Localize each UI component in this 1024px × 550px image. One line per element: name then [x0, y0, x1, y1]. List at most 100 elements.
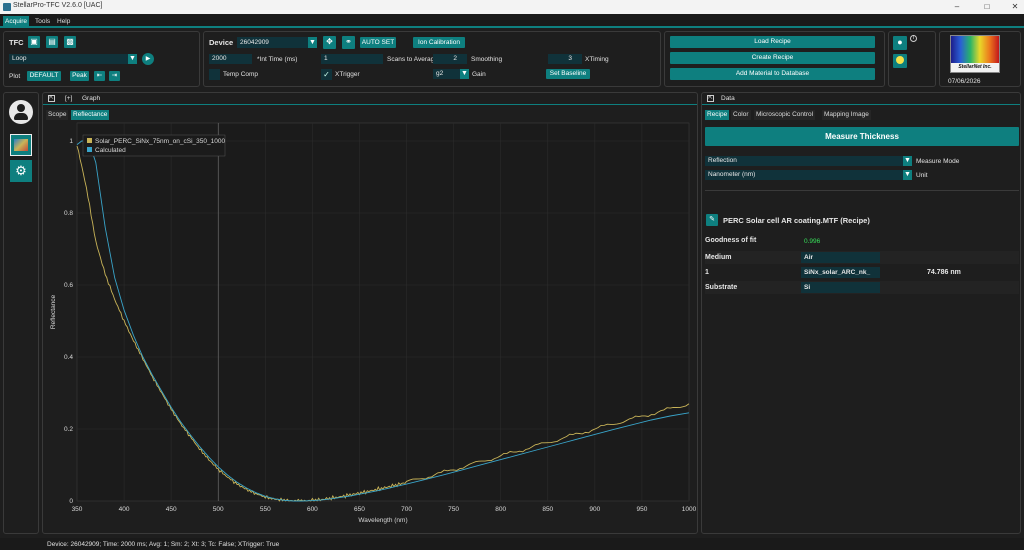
- graph-view-icon[interactable]: [10, 134, 32, 156]
- set-baseline-button[interactable]: Set Baseline: [546, 69, 590, 79]
- peak-prev-icon[interactable]: ⇤: [94, 71, 105, 81]
- recipe-actions-panel: Load Recipe Create Recipe Add Material t…: [664, 31, 885, 87]
- xtiming-input[interactable]: 3: [548, 54, 582, 64]
- print-icon[interactable]: ▩: [64, 36, 76, 48]
- tab-mapping-image[interactable]: Mapping Image: [822, 110, 871, 120]
- data-header-title: Data: [721, 95, 735, 102]
- layer-material[interactable]: Si: [801, 282, 880, 293]
- x-tick-label: 750: [448, 506, 459, 513]
- temp-comp-checkbox[interactable]: [209, 69, 220, 80]
- x-tick-label: 600: [307, 506, 318, 513]
- status-text: Device: 26042909; Time: 2000 ms; Avg: 1;…: [47, 541, 280, 548]
- calibration-button[interactable]: Ion Calibration: [413, 37, 465, 48]
- play-icon[interactable]: ▶: [142, 53, 154, 65]
- legend-entry-calculated: Calculated: [95, 147, 126, 154]
- tab-scope[interactable]: Scope: [46, 110, 69, 120]
- goodness-label: Goodness of fit: [705, 237, 757, 244]
- menu-tools[interactable]: Tools: [33, 16, 52, 27]
- smoothing-label: Smoothing: [471, 56, 503, 63]
- x-tick-label: 450: [166, 506, 177, 513]
- y-tick-label: 0.8: [64, 210, 73, 217]
- auto-set-button[interactable]: AUTO SET: [360, 37, 396, 48]
- layer-material[interactable]: Air: [801, 252, 880, 263]
- info-icon[interactable]: i: [910, 35, 917, 42]
- tab-recipe[interactable]: Recipe: [705, 110, 730, 120]
- app-icon: [3, 3, 11, 11]
- x-tick-label: 1000: [682, 506, 697, 513]
- tfc-panel: TFC ▣ ▤ ▩ Loop ▼ ▶ Plot DEFAULT Peak ⇤ ⇥: [3, 31, 200, 87]
- menu-acquire[interactable]: Acquire: [3, 16, 30, 27]
- peak-button[interactable]: Peak: [70, 71, 89, 81]
- x-tick-label: 850: [542, 506, 553, 513]
- xtiming-label: XTiming: [585, 56, 609, 63]
- create-recipe-button[interactable]: Create Recipe: [670, 52, 875, 64]
- minimize-icon[interactable]: –: [950, 1, 964, 13]
- scans-label: Scans to Average: [387, 56, 438, 63]
- chart-x-axis-label: Wavelength (nm): [358, 517, 407, 524]
- chevron-down-icon[interactable]: ▼: [460, 69, 469, 79]
- measure-thickness-button[interactable]: Measure Thickness: [705, 127, 1019, 146]
- gain-select[interactable]: g2: [433, 69, 460, 79]
- layer-label: Substrate: [705, 284, 738, 291]
- open-folder-icon[interactable]: ▤: [46, 36, 58, 48]
- chart-y-axis-label: Reflectance: [50, 294, 57, 329]
- chart-plot-area: [76, 122, 690, 502]
- layer-material[interactable]: SiNx_solar_ARC_nk_: [801, 267, 880, 278]
- connect-icon[interactable]: ✥: [323, 36, 336, 49]
- chevron-down-icon[interactable]: ▼: [903, 156, 912, 166]
- status-bar: Device: 26042909; Time: 2000 ms; Avg: 1;…: [0, 538, 1024, 550]
- int-time-input[interactable]: 2000: [209, 54, 252, 64]
- legend-entry-measured: Solar_PERC_SiNx_75nm_on_cSi_350_1000: [95, 138, 225, 145]
- chevron-down-icon[interactable]: ▼: [308, 37, 317, 48]
- chevron-down-icon[interactable]: ▼: [128, 54, 137, 64]
- save-icon[interactable]: ▣: [28, 36, 40, 48]
- unit-select[interactable]: Nanometer (nm): [705, 170, 903, 180]
- peak-next-icon[interactable]: ⇥: [109, 71, 120, 81]
- expand-icon[interactable]: ⇱: [707, 95, 714, 102]
- settings-gear-icon[interactable]: ⚙: [10, 160, 32, 182]
- recipe-name: PERC Solar cell AR coating.MTF (Recipe): [723, 216, 870, 225]
- tfc-mode-select[interactable]: Loop: [9, 54, 128, 64]
- expand-icon[interactable]: ⇱: [48, 95, 55, 102]
- close-icon[interactable]: ✕: [1008, 1, 1022, 13]
- gain-label: Gain: [472, 71, 486, 78]
- reflectance-chart[interactable]: 350 400 450 500 550 600 650 700 750 800 850 900 950 1…: [43, 121, 697, 533]
- add-material-button[interactable]: Add Material to Database: [670, 68, 875, 80]
- window-title: StellarPro-TFC V2.6.0 [UAC]: [13, 2, 103, 9]
- menu-help[interactable]: Help: [55, 16, 72, 27]
- y-tick-label: 0.4: [64, 354, 73, 361]
- user-icon[interactable]: [9, 100, 33, 124]
- x-tick-label: 550: [260, 506, 271, 513]
- maximize-icon[interactable]: □: [980, 1, 994, 13]
- table-row: Substrate Si: [705, 281, 1019, 294]
- edit-pencil-icon[interactable]: ✎: [706, 214, 718, 226]
- graph-expand-toggle[interactable]: [+]: [65, 95, 72, 102]
- chevron-down-icon[interactable]: ▼: [903, 170, 912, 180]
- y-tick-label: 0.2: [64, 426, 73, 433]
- table-row: 1 SiNx_solar_ARC_nk_ 74.786 nm: [705, 266, 1019, 279]
- data-tabs: Recipe Color Microscopic Control Mapping…: [705, 110, 1005, 120]
- smoothing-input[interactable]: 2: [433, 54, 467, 64]
- measure-mode-select[interactable]: Reflection: [705, 156, 903, 166]
- load-recipe-button[interactable]: Load Recipe: [670, 36, 875, 48]
- table-row: Medium Air: [705, 251, 1019, 264]
- date-label: 07/06/2026: [948, 78, 981, 85]
- y-tick-label: 1: [69, 138, 73, 145]
- device-select[interactable]: 26042909: [237, 37, 309, 48]
- graph-header-title: Graph: [82, 95, 101, 102]
- x-tick-label: 400: [119, 506, 130, 513]
- lightbulb-off-icon[interactable]: ●: [893, 36, 907, 50]
- x-tick-label: 500: [213, 506, 224, 513]
- y-tick-label: 0: [69, 498, 73, 505]
- tab-microscopic-control[interactable]: Microscopic Control: [754, 110, 816, 120]
- xtrigger-checkbox[interactable]: ✓: [321, 69, 332, 80]
- tab-color[interactable]: Color: [731, 110, 751, 120]
- y-tick-label: 0.6: [64, 282, 73, 289]
- scans-input[interactable]: 1: [321, 54, 383, 64]
- plot-default-button[interactable]: DEFAULT: [27, 71, 61, 81]
- tfc-label: TFC: [9, 38, 24, 47]
- lightbulb-on-icon[interactable]: [893, 54, 907, 68]
- tab-reflectance[interactable]: Reflectance: [71, 110, 110, 120]
- link-icon[interactable]: ⚭: [342, 36, 355, 49]
- layer-label: 1: [705, 269, 709, 276]
